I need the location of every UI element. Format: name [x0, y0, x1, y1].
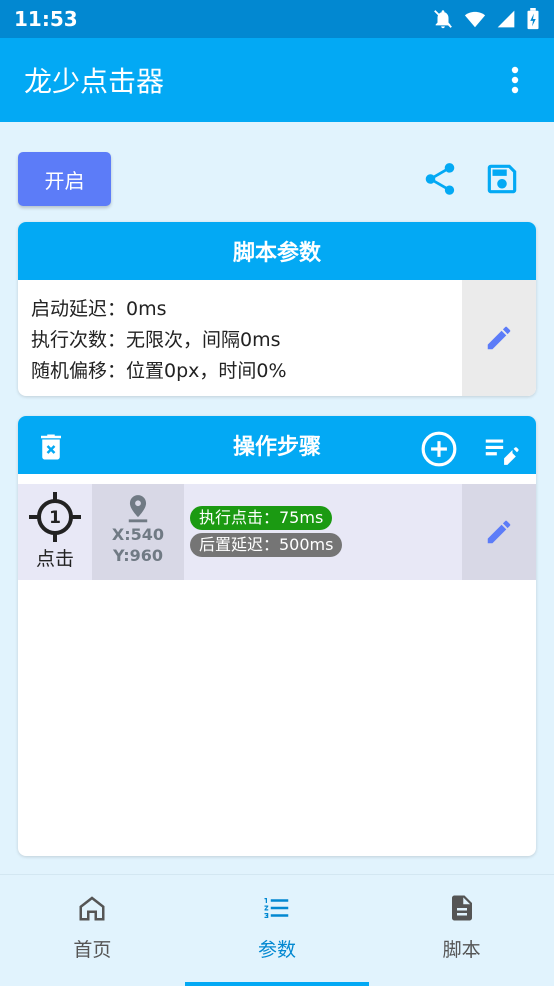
delete-all-steps-button[interactable]	[36, 430, 66, 470]
more-vert-icon	[511, 66, 519, 94]
edit-steps-button[interactable]	[480, 430, 520, 474]
step-badges: 执行点击：75ms 后置延迟：500ms	[190, 506, 343, 557]
edit-step-button[interactable]	[462, 484, 536, 580]
steps-header: 操作步骤	[18, 416, 536, 474]
start-button[interactable]: 开启	[18, 152, 111, 206]
step-number: 1	[49, 508, 61, 528]
save-icon	[487, 164, 517, 194]
param-exec-count: 执行次数：无限次，间隔0ms	[31, 329, 281, 351]
param-start-delay: 启动延迟：0ms	[31, 298, 167, 320]
steps-card: 操作步骤 1 点击 X:540 Y:960 执行点击：75ms 后置延迟：500…	[18, 416, 536, 856]
step-x: X:540	[111, 525, 165, 544]
step-type: 1 点击	[18, 484, 92, 580]
save-button[interactable]	[482, 158, 522, 200]
home-icon	[79, 896, 105, 921]
script-params-body: 启动延迟：0ms 执行次数：无限次，间隔0ms 随机偏移：位置0px，时间0%	[18, 280, 536, 396]
nav-home[interactable]: 首页	[0, 875, 185, 986]
crosshair-target-icon: 1	[29, 492, 81, 542]
nav-script-label: 脚本	[442, 939, 481, 961]
wifi-icon	[464, 11, 486, 28]
more-options-button[interactable]	[500, 60, 530, 100]
nav-script[interactable]: 脚本	[369, 875, 554, 986]
step-y: Y:960	[113, 546, 163, 565]
script-params-header: 脚本参数	[18, 222, 536, 280]
nav-home-label: 首页	[73, 939, 112, 961]
steps-title: 操作步骤	[232, 435, 321, 460]
status-bar: 11:53	[0, 0, 554, 38]
edit-list-icon	[485, 439, 519, 465]
bottom-navigation: 首页 参数 脚本	[0, 874, 554, 986]
param-random-offset: 随机偏移：位置0px，时间0%	[31, 360, 287, 382]
params-lines: 启动延迟：0ms 执行次数：无限次，间隔0ms 随机偏移：位置0px，时间0%	[31, 294, 287, 387]
battery-icon	[527, 8, 539, 30]
document-icon	[451, 895, 472, 921]
share-icon	[425, 163, 455, 195]
step-position: X:540 Y:960	[92, 484, 184, 580]
add-circle-icon	[421, 431, 457, 467]
location-pin-icon	[128, 495, 148, 523]
signal-icon	[497, 10, 515, 28]
exec-click-badge: 执行点击：75ms	[190, 506, 333, 530]
edit-pencil-icon	[487, 520, 511, 544]
delete-icon	[41, 434, 61, 460]
edit-params-button[interactable]	[462, 280, 536, 396]
app-bar: 龙少点击器	[0, 38, 554, 122]
status-icons	[432, 8, 540, 30]
step-type-label: 点击	[35, 548, 74, 570]
nav-params[interactable]: 参数	[184, 875, 370, 986]
notifications-off-icon	[434, 10, 452, 29]
share-button[interactable]	[420, 158, 460, 200]
script-params-card: 脚本参数 启动延迟：0ms 执行次数：无限次，间隔0ms 随机偏移：位置0px，…	[18, 222, 536, 396]
edit-pencil-icon	[487, 326, 511, 350]
add-step-button[interactable]	[420, 430, 458, 474]
app-title: 龙少点击器	[24, 65, 165, 98]
nav-params-label: 参数	[258, 939, 297, 961]
step-row[interactable]: 1 点击 X:540 Y:960 执行点击：75ms 后置延迟：500ms	[18, 484, 536, 580]
post-delay-badge: 后置延迟：500ms	[190, 533, 343, 557]
list-numbered-icon	[264, 898, 289, 918]
status-time: 11:53	[14, 7, 78, 31]
